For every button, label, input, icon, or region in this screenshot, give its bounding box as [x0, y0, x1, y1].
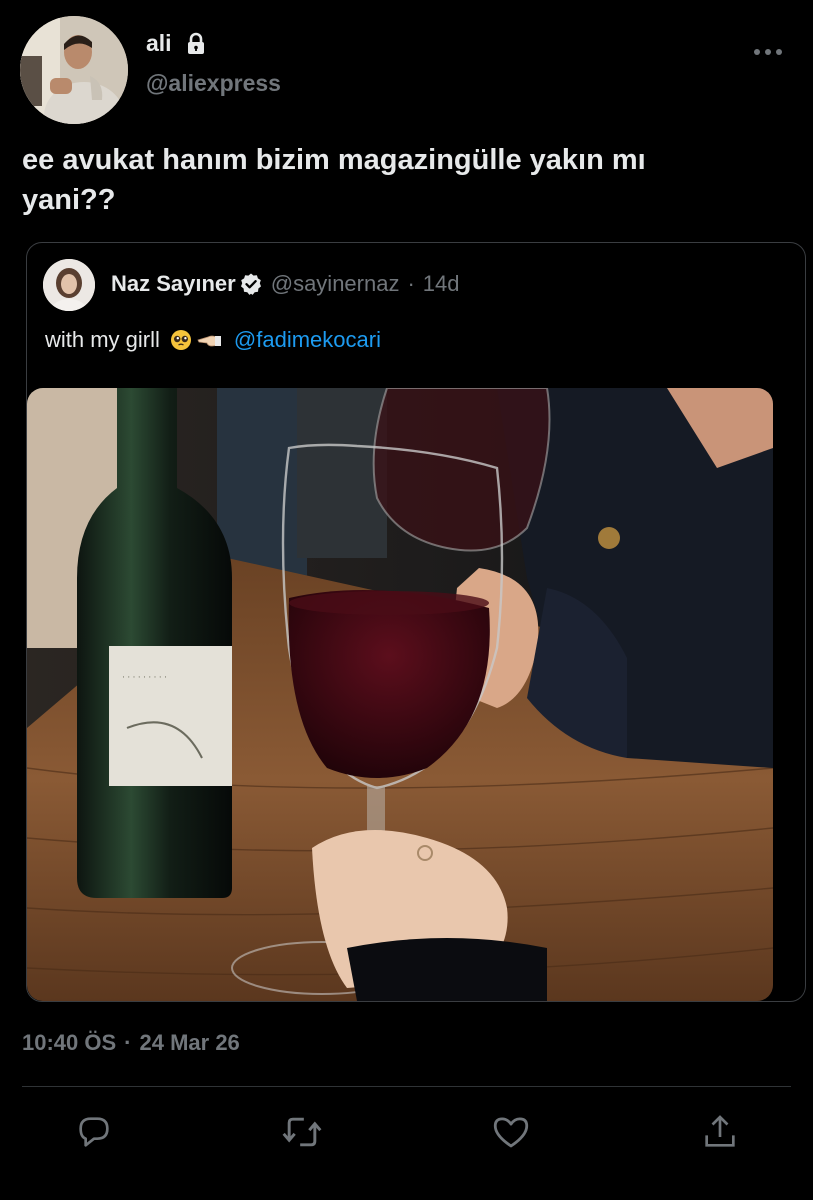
- quoted-tweet-text-row: with my girll @fadimekocari: [45, 327, 381, 353]
- author-display-name[interactable]: ali: [146, 30, 172, 57]
- actions-divider: [22, 1086, 791, 1087]
- tweet-actions-bar: [0, 1110, 813, 1160]
- photo-wine-glasses-bottle-icon: · · · · · · · · ·: [27, 388, 773, 1001]
- author-avatar[interactable]: [20, 16, 128, 124]
- timestamp-separator: ·: [124, 1030, 132, 1055]
- pleading-face-emoji-icon: [170, 329, 192, 351]
- tweet-date: 24 Mar 26: [139, 1030, 240, 1055]
- quoted-avatar-photo-icon: [43, 259, 95, 311]
- separator-dot: ·: [407, 271, 415, 296]
- quoted-tweet-header: Naz Sayıner @sayinernaz · 14d: [111, 271, 460, 297]
- quoted-author-avatar[interactable]: [43, 259, 95, 311]
- like-icon[interactable]: [489, 1110, 533, 1154]
- quoted-display-name[interactable]: Naz Sayıner: [111, 271, 236, 297]
- tweet-header: ali @aliexpress: [0, 0, 813, 130]
- share-icon[interactable]: [698, 1110, 742, 1154]
- quoted-tweet-text: with my girll: [45, 327, 160, 352]
- more-options-icon[interactable]: [748, 38, 788, 66]
- quoted-tweet-photo[interactable]: · · · · · · · · ·: [27, 388, 773, 1001]
- mention-link[interactable]: @fadimekocari: [234, 327, 381, 353]
- verified-badge-icon: [239, 272, 263, 296]
- lock-icon: [184, 32, 208, 56]
- tweet-text: ee avukat hanım bizim magazingülle yakın…: [22, 144, 646, 216]
- quoted-tweet-card[interactable]: Naz Sayıner @sayinernaz · 14d with my gi…: [26, 242, 806, 1002]
- tweet-time: 10:40 ÖS: [22, 1030, 117, 1055]
- retweet-icon[interactable]: [280, 1110, 324, 1154]
- quoted-handle[interactable]: @sayinernaz: [271, 271, 400, 297]
- author-display-name-row: ali: [146, 30, 208, 57]
- tweet-timestamp[interactable]: 10:40 ÖS · 24 Mar 26: [22, 1030, 240, 1056]
- avatar-photo-icon: [20, 16, 128, 124]
- backhand-pointing-left-emoji-icon: [196, 329, 221, 351]
- author-handle[interactable]: @aliexpress: [146, 70, 281, 97]
- svg-text:· · · · · · · · ·: · · · · · · · · ·: [122, 672, 167, 682]
- reply-icon[interactable]: [72, 1110, 116, 1154]
- quoted-tweet-age[interactable]: 14d: [423, 271, 460, 297]
